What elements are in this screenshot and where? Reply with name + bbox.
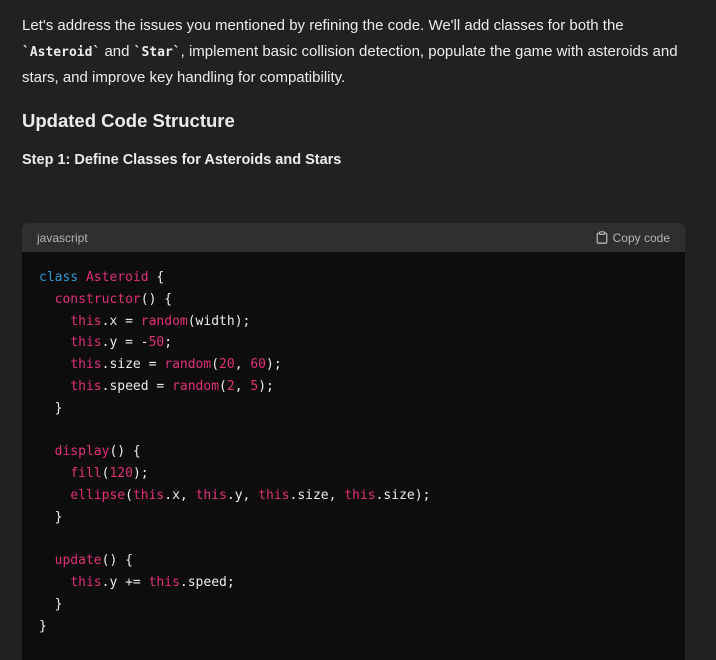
code-token: 5 [250, 378, 259, 394]
code-token: this [70, 378, 102, 394]
section-heading: Updated Code Structure [22, 110, 235, 131]
code-token: update [54, 553, 102, 569]
code-token: } [39, 596, 63, 612]
code-token: 20 [219, 357, 235, 373]
code-block-header: javascript Copy code [22, 223, 685, 252]
intro-text-2: and [100, 42, 134, 60]
code-line: } [39, 507, 668, 529]
code-token: this [258, 487, 290, 503]
code-line: class Asteroid { [39, 267, 668, 289]
code-token: (width); [187, 313, 251, 329]
code-line: } [39, 616, 668, 638]
code-token: this [70, 357, 102, 373]
code-line: constructor() { [39, 289, 668, 311]
code-token: ellipse [70, 487, 126, 503]
code-token: 2 [226, 378, 235, 394]
code-line: this.size = random(20, 60); [39, 354, 668, 376]
code-token: .speed; [179, 575, 235, 591]
code-token: .y += [101, 575, 149, 591]
code-token: () { [140, 291, 173, 307]
code-token: ( [219, 378, 227, 394]
code-line: fill(120); [39, 463, 668, 485]
code-token: ( [211, 357, 220, 373]
step-heading: Step 1: Define Classes for Asteroids and… [22, 152, 342, 168]
code-token: .size); [375, 487, 431, 503]
code-line: display() { [39, 441, 668, 463]
code-token: () { [101, 553, 133, 569]
code-token: ); [258, 378, 274, 394]
code-token: ( [125, 487, 133, 503]
code-token: Asteroid [85, 270, 149, 285]
inline-code-star: `Star` [133, 44, 181, 60]
code-token: } [39, 618, 47, 634]
code-line: this.y += this.speed; [39, 572, 668, 594]
code-content: class Asteroid { constructor() { this.x … [22, 252, 685, 638]
code-token: random [164, 357, 212, 373]
code-token: .y, [226, 487, 259, 503]
code-line: } [39, 594, 668, 616]
code-token: class [39, 270, 79, 285]
assistant-message-paragraph: Let's address the issues you mentioned b… [22, 13, 692, 91]
code-token: } [39, 400, 63, 416]
code-block: javascript Copy code class Asteroid { co… [22, 223, 685, 660]
code-token: .y = - [101, 335, 149, 351]
code-token: } [39, 509, 63, 525]
code-token: () { [109, 444, 141, 460]
code-token: .size, [289, 487, 345, 503]
inline-code-asteroid: `Asteroid` [22, 44, 101, 60]
copy-code-button[interactable]: Copy code [596, 231, 670, 245]
code-token: this [195, 487, 227, 503]
code-token: random [140, 313, 188, 329]
code-token: this [70, 313, 102, 329]
code-token: this [148, 575, 180, 591]
code-token: 120 [109, 466, 133, 482]
code-line: this.x = random(width); [39, 311, 668, 333]
code-token: .speed = [101, 378, 173, 394]
code-token: this [70, 575, 102, 591]
code-token: random [172, 378, 220, 394]
code-line: update() { [39, 550, 668, 572]
code-token: 50 [148, 335, 165, 351]
code-line: ellipse(this.x, this.y, this.size, this.… [39, 485, 668, 507]
code-token: 60 [250, 357, 267, 373]
clipboard-icon [596, 231, 608, 244]
code-token: .x, [164, 487, 196, 503]
code-line: } [39, 398, 668, 420]
code-token: display [54, 444, 110, 460]
code-token: constructor [54, 291, 141, 307]
code-line: this.speed = random(2, 5); [39, 376, 668, 398]
intro-text-1: Let's address the issues you mentioned b… [22, 17, 624, 34]
code-token: this [132, 487, 165, 503]
code-token: ; [164, 335, 173, 351]
code-token: .size = [101, 357, 165, 373]
code-token: this [70, 335, 102, 351]
code-token: fill [70, 466, 102, 482]
code-token: , [234, 357, 251, 373]
code-line: this.y = -50; [39, 332, 668, 354]
code-token: ); [132, 466, 149, 482]
code-token: .x = [101, 313, 141, 329]
code-token: { [148, 270, 165, 285]
code-token: ); [266, 357, 282, 373]
code-token: , [234, 378, 251, 394]
code-language-label: javascript [37, 230, 88, 245]
code-token: this [344, 487, 376, 503]
copy-code-label: Copy code [612, 230, 670, 245]
